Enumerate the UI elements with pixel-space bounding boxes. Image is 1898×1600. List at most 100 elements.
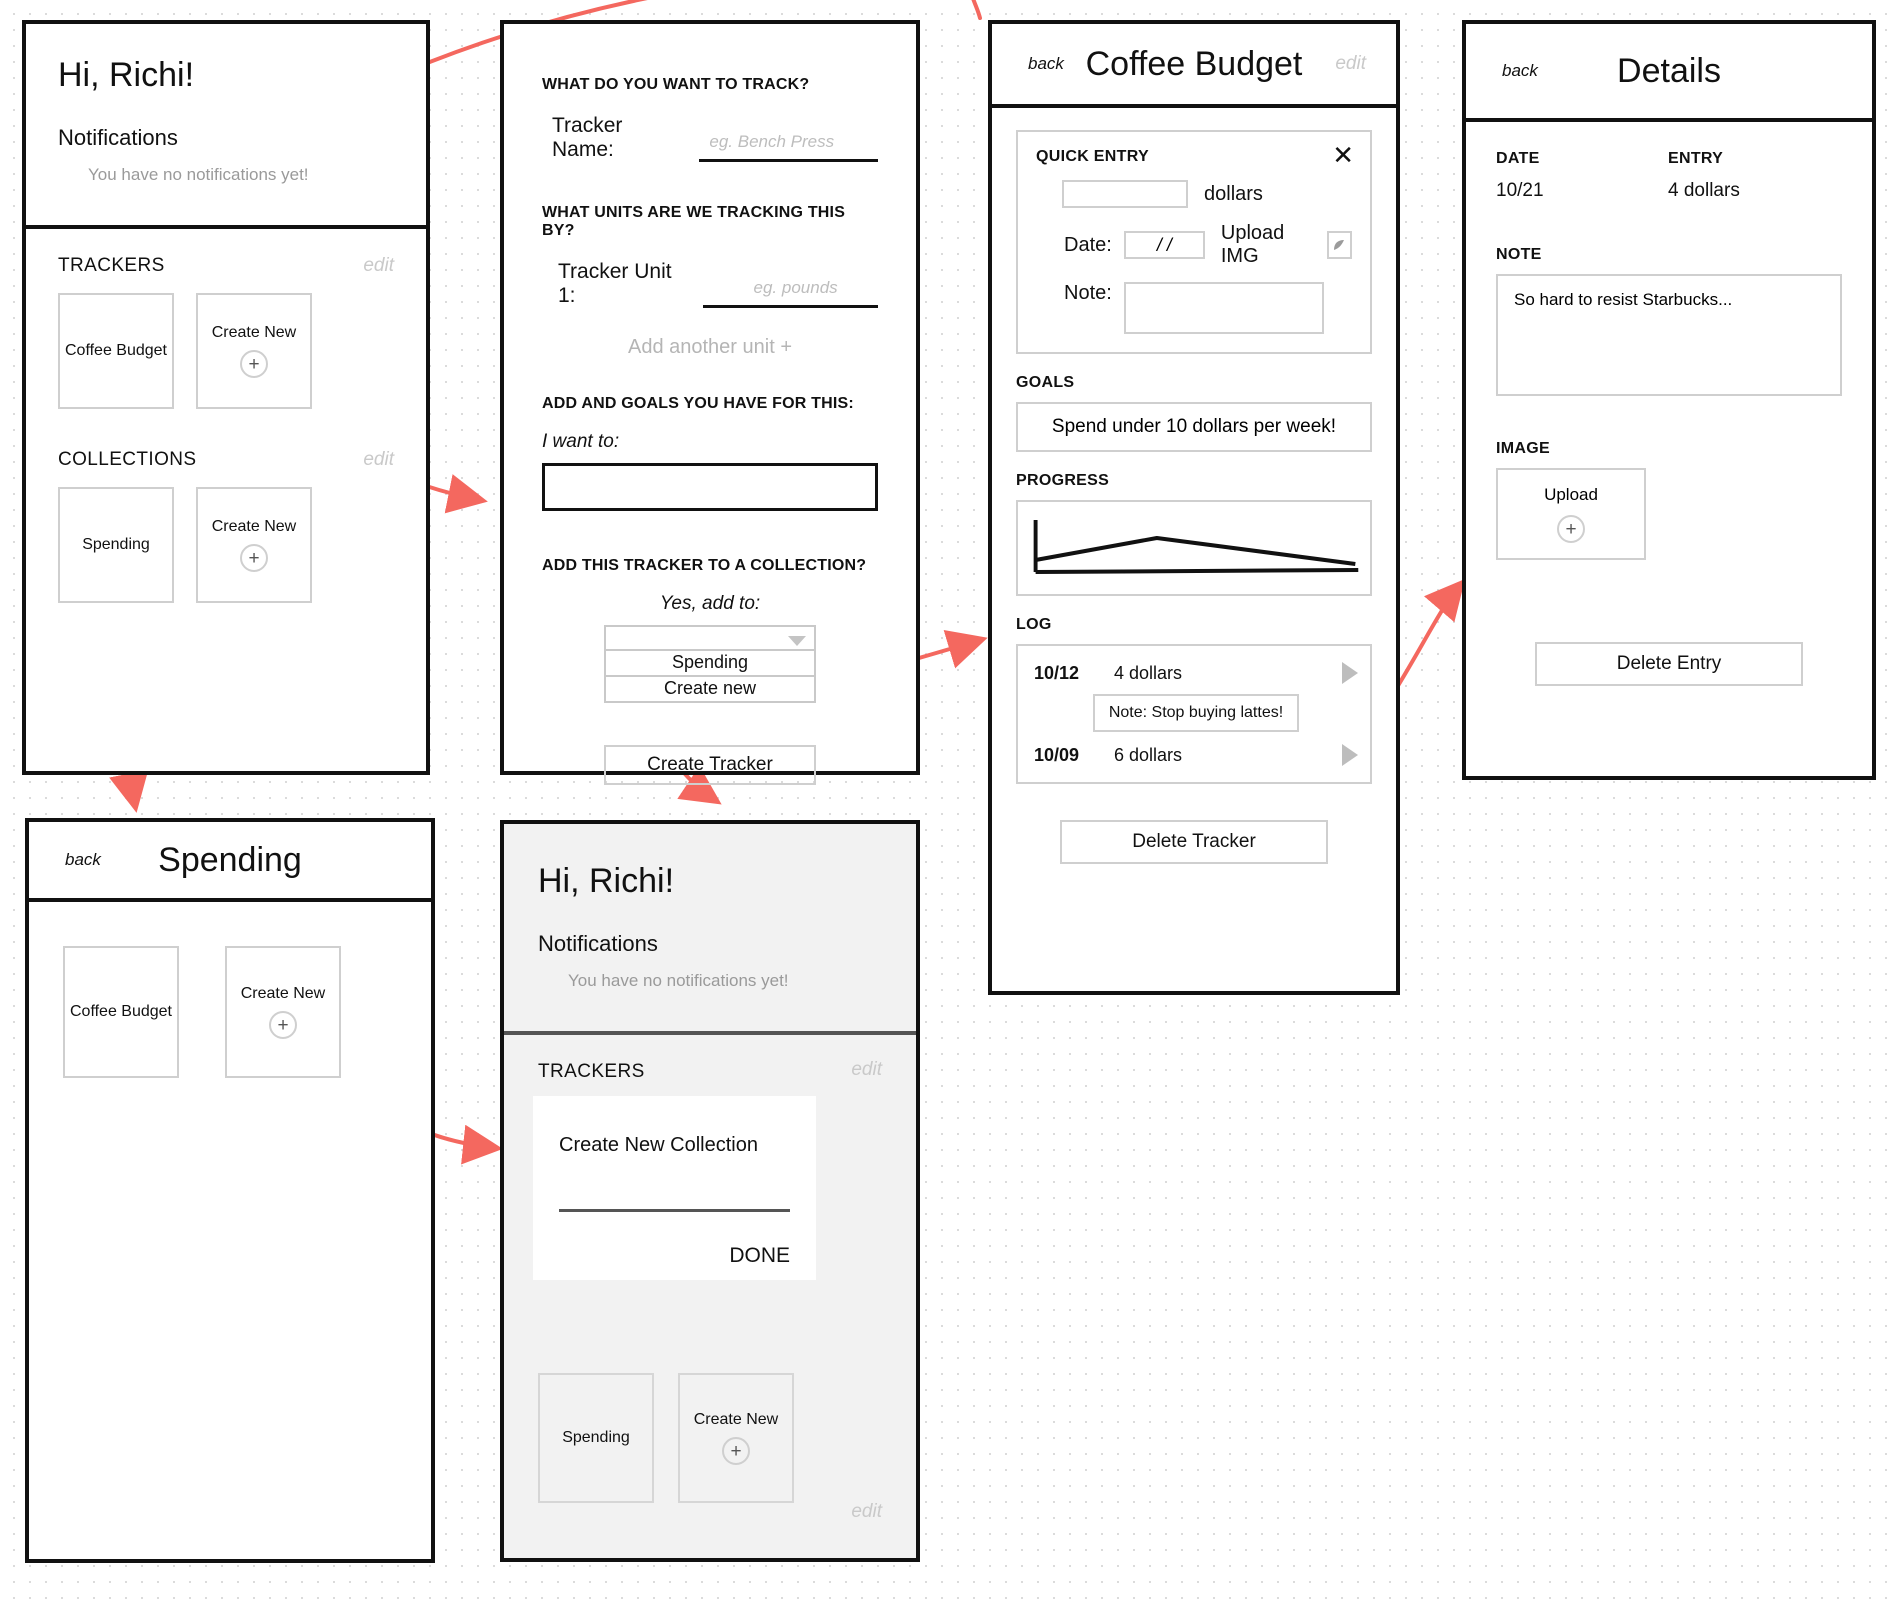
create-collection-modal: Create New Collection DONE <box>533 1096 816 1280</box>
collection-tile-create-new[interactable]: Create New + <box>678 1373 794 1503</box>
create-tracker-button[interactable]: Create Tracker <box>604 745 816 785</box>
delete-entry-button[interactable]: Delete Entry <box>1535 642 1803 686</box>
log-value: 6 dollars <box>1114 744 1183 765</box>
collection-dropdown[interactable]: Spending Create new <box>604 625 816 703</box>
note-label: Note: <box>1064 282 1112 304</box>
note-value: So hard to resist Starbucks... <box>1514 290 1733 309</box>
collection-dropdown-head[interactable] <box>604 625 816 651</box>
quick-entry-card: QUICK ENTRY ✕ dollars Date: / / Upload I… <box>1016 130 1372 354</box>
chevron-down-icon <box>788 636 806 646</box>
dropdown-option-create-new[interactable]: Create new <box>604 677 816 703</box>
notifications-heading: Notifications <box>58 125 178 150</box>
tile-label: Spending <box>82 536 150 553</box>
amount-unit-label: dollars <box>1204 182 1263 205</box>
goals-heading: GOALS <box>1016 374 1075 391</box>
date-label: Date: <box>1064 233 1112 256</box>
log-date: 10/12 <box>1034 662 1080 683</box>
tile-label: Coffee Budget <box>69 1003 172 1020</box>
tracker-unit-label: Tracker Unit 1: <box>558 260 672 307</box>
plus-icon: + <box>269 1011 297 1039</box>
tile-label: Create New <box>211 518 297 535</box>
chevron-right-icon[interactable] <box>1342 662 1358 684</box>
note-field[interactable]: So hard to resist Starbucks... <box>1496 274 1842 396</box>
add-another-unit-link[interactable]: Add another unit + <box>542 336 878 359</box>
trackers-tile-row: Coffee Budget Create New + <box>58 293 394 409</box>
back-link[interactable]: back <box>1502 61 1538 81</box>
collections-edit-link[interactable]: edit <box>363 449 394 471</box>
tile-label: Coffee Budget <box>64 342 167 359</box>
log-date: 10/09 <box>1034 744 1080 765</box>
log-panel: 10/12 4 dollars Note: Stop buying lattes… <box>1016 644 1372 784</box>
upload-label: Upload <box>1544 485 1598 504</box>
quick-entry-date-input[interactable]: / / <box>1123 231 1205 259</box>
image-upload-glyph <box>1334 240 1345 250</box>
modal-done-button[interactable]: DONE <box>559 1244 790 1268</box>
delete-tracker-button[interactable]: Delete Tracker <box>1060 820 1328 864</box>
trackers-edit-link[interactable]: edit <box>851 1059 882 1081</box>
quick-entry-amount-input[interactable] <box>1062 180 1188 208</box>
tile-label: Create New <box>693 1411 779 1428</box>
tile-label: Create New <box>211 324 297 341</box>
goal-text: Spend under 10 dollars per week! <box>1051 416 1337 437</box>
collection-name-input[interactable] <box>559 1209 790 1212</box>
trackers-edit-link[interactable]: edit <box>363 255 394 277</box>
collection-question-heading: ADD THIS TRACKER TO A COLLECTION? <box>542 557 867 574</box>
collections-tile-row: Spending Create New + <box>58 487 394 603</box>
tracker-name-input[interactable]: eg. Bench Press <box>699 132 878 162</box>
collection-tile-spending[interactable]: Spending <box>58 487 174 603</box>
spending-tile-coffee-budget[interactable]: Coffee Budget <box>63 946 179 1078</box>
screen-create-tracker: WHAT DO YOU WANT TO TRACK? Tracker Name:… <box>500 20 920 785</box>
tracker-unit-input[interactable]: eg. pounds <box>703 278 878 308</box>
trackers-heading: TRACKERS <box>58 255 165 276</box>
screen-home-create-collection: Hi, Richi! Notifications You have no not… <box>500 820 920 1562</box>
tracker-tile-create-new[interactable]: Create New + <box>196 293 312 409</box>
page-title: Hi, Richi! <box>538 862 675 900</box>
log-note-wrap: Note: Stop buying lattes! <box>1034 694 1358 732</box>
image-upload-icon[interactable] <box>1326 231 1352 259</box>
progress-heading: PROGRESS <box>1016 472 1110 489</box>
log-row[interactable]: 10/09 6 dollars <box>1034 744 1358 766</box>
units-question-heading: WHAT UNITS ARE WE TRACKING THIS BY? <box>542 204 846 239</box>
spending-tile-row: Coffee Budget Create New + <box>63 946 397 1078</box>
plus-icon: + <box>240 544 268 572</box>
screen-home: Hi, Richi! Notifications You have no not… <box>22 20 430 775</box>
log-value: 4 dollars <box>1114 662 1183 683</box>
tracker-name-placeholder: eg. Bench Press <box>709 132 835 151</box>
close-icon[interactable]: ✕ <box>1332 142 1354 168</box>
goal-panel[interactable]: Spend under 10 dollars per week! <box>1016 402 1372 452</box>
progress-line-chart <box>1033 520 1359 574</box>
screen-coffee-budget: back Coffee Budget edit QUICK ENTRY ✕ do… <box>988 20 1400 995</box>
collections-tile-row: Spending Create New + <box>538 1373 882 1503</box>
collections-edit-link[interactable]: edit <box>851 1501 882 1523</box>
chevron-right-icon[interactable] <box>1342 744 1358 766</box>
page-title: Hi, Richi! <box>58 56 195 94</box>
tile-label: Create New <box>240 985 326 1002</box>
spending-tile-create-new[interactable]: Create New + <box>225 946 341 1078</box>
notifications-heading: Notifications <box>538 931 658 956</box>
log-row[interactable]: 10/12 4 dollars <box>1034 662 1358 684</box>
trackers-heading: TRACKERS <box>538 1061 645 1082</box>
back-link[interactable]: back <box>65 850 101 870</box>
back-link[interactable]: back <box>1028 54 1064 74</box>
details-kv-row: DATE 10/21 ENTRY 4 dollars <box>1496 150 1842 202</box>
progress-chart <box>1016 500 1372 596</box>
i-want-to-label: I want to: <box>542 431 620 452</box>
quick-entry-note-input[interactable] <box>1123 282 1324 334</box>
yes-add-to-label: Yes, add to: <box>659 593 761 614</box>
image-upload-tile[interactable]: Upload + <box>1496 468 1646 560</box>
edit-link[interactable]: edit <box>1335 53 1366 75</box>
dropdown-option-spending[interactable]: Spending <box>604 651 816 677</box>
collection-tile-create-new[interactable]: Create New + <box>196 487 312 603</box>
collection-tile-spending[interactable]: Spending <box>538 1373 654 1503</box>
collections-heading: COLLECTIONS <box>58 449 197 470</box>
upload-img-label[interactable]: Upload IMG <box>1221 222 1317 268</box>
screen-spending: back Spending Coffee Budget Create New + <box>25 818 435 1563</box>
tracker-tile-coffee-budget[interactable]: Coffee Budget <box>58 293 174 409</box>
plus-icon: + <box>240 350 268 378</box>
log-note: Note: Stop buying lattes! <box>1092 694 1300 732</box>
goal-input[interactable] <box>542 463 878 511</box>
plus-icon: + <box>722 1437 750 1465</box>
date-value: 10/21 <box>1496 180 1544 201</box>
note-heading: NOTE <box>1496 246 1542 263</box>
tracker-name-label: Tracker Name: <box>552 114 623 161</box>
